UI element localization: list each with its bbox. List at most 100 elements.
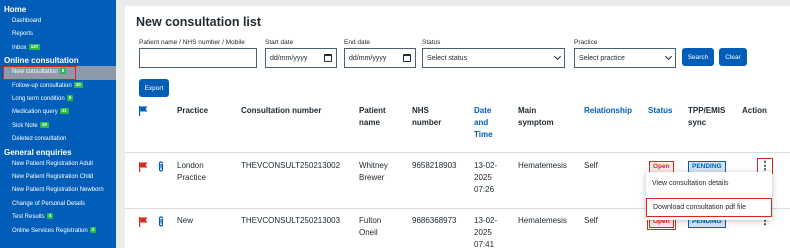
column-header-text: Patient bbox=[359, 106, 386, 115]
column-header-consultation-number: Consultation number bbox=[241, 106, 322, 115]
download-consultation-pdf-item[interactable]: Download consultation pdf file bbox=[646, 198, 772, 217]
sidebar-item-label: New Patient Registration Child bbox=[12, 174, 94, 181]
column-header-text: sync bbox=[688, 118, 707, 127]
count-badge: 41 bbox=[59, 108, 69, 115]
sidebar-item-label: Deleted consultation bbox=[12, 136, 67, 143]
table-cell-date-time: 13-02- 2025 07:26 bbox=[474, 160, 497, 196]
sidebar-item-sick-note[interactable]: Sick Note 19 bbox=[0, 120, 116, 133]
table-cell-practice: New bbox=[177, 216, 194, 225]
calendar-icon[interactable] bbox=[324, 54, 332, 62]
sidebar-section-home[interactable]: Home bbox=[0, 4, 116, 15]
sidebar-item-label: Follow-up consultation bbox=[12, 82, 72, 89]
table-cell-consultation-number: THEVCONSULT250213002 bbox=[241, 161, 341, 170]
search-button[interactable]: Search bbox=[682, 48, 714, 66]
count-badge: 20 bbox=[73, 81, 83, 88]
column-header-text: Time bbox=[474, 130, 493, 139]
table-cell-main-symptom: Hematemesis bbox=[518, 161, 567, 170]
start-date-value: dd/mm/yyyy bbox=[270, 54, 308, 62]
cell-text: Fulton bbox=[359, 216, 382, 225]
column-header-tpp-emis-sync: TPP/EMIS sync bbox=[688, 105, 725, 129]
sidebar-item-label: Sick Note bbox=[12, 122, 38, 129]
sidebar-item-label: Test Results bbox=[12, 214, 45, 221]
table-cell-relationship: Self bbox=[584, 161, 598, 170]
count-badge: 137 bbox=[28, 43, 41, 50]
clear-button[interactable]: Clear bbox=[719, 48, 747, 66]
column-header-practice: Practice bbox=[177, 106, 209, 115]
attachment-icon[interactable] bbox=[157, 216, 165, 227]
column-header-nhs-number: NHS number bbox=[412, 105, 441, 129]
column-header-text: Main bbox=[518, 106, 537, 115]
highlight-outline bbox=[3, 66, 76, 80]
table-cell-date-time: 13-02- 2025 07:41 bbox=[474, 215, 497, 248]
practice-select[interactable]: Select practice bbox=[574, 48, 676, 68]
cell-text: Brewer bbox=[359, 173, 385, 182]
end-date-label: End date bbox=[344, 39, 371, 46]
sidebar-item-long-term-condition[interactable]: Long term condition 5 bbox=[0, 93, 116, 106]
chevron-down-icon bbox=[553, 52, 562, 61]
column-header-action: Action bbox=[742, 106, 767, 115]
row-divider bbox=[125, 152, 790, 153]
column-header-text: NHS bbox=[412, 106, 429, 115]
column-header-text: name bbox=[359, 118, 380, 127]
sidebar-item-label: New Patient Registration Adult bbox=[12, 160, 94, 167]
flag-icon[interactable] bbox=[139, 162, 148, 172]
practice-select-value: Select practice bbox=[579, 54, 625, 62]
sidebar-item-dashboard[interactable]: Dashboard bbox=[0, 15, 116, 28]
content-panel: New consultation list Patient name / NHS… bbox=[125, 6, 790, 248]
sidebar-item-change-of-personal-details[interactable]: Change of Personal Details bbox=[0, 198, 116, 211]
cell-text: 2025 bbox=[474, 228, 492, 237]
sidebar-item-new-consultation[interactable]: New consultation 8 bbox=[3, 66, 116, 80]
column-header-relationship[interactable]: Relationship bbox=[584, 105, 632, 117]
calendar-icon[interactable] bbox=[403, 54, 411, 62]
sidebar-item-label: Change of Personal Details bbox=[12, 200, 86, 207]
sidebar-item-medication-query[interactable]: Medication query 41 bbox=[0, 106, 116, 119]
attachment-icon[interactable] bbox=[157, 161, 165, 172]
count-badge: 5 bbox=[66, 95, 74, 102]
table-cell-practice: London Practice bbox=[177, 160, 206, 184]
table-cell-nhs-number: 9686368973 bbox=[412, 216, 457, 225]
column-header-date-and-time[interactable]: Date and Time bbox=[474, 105, 493, 141]
column-header-text: number bbox=[412, 118, 442, 127]
cell-text: Practice bbox=[177, 173, 206, 182]
sidebar-item-inbox[interactable]: Inbox 137 bbox=[0, 42, 116, 55]
start-date-input[interactable]: dd/mm/yyyy bbox=[265, 48, 337, 68]
chevron-down-icon bbox=[664, 52, 673, 61]
column-header-text: Date bbox=[474, 106, 492, 115]
end-date-input[interactable]: dd/mm/yyyy bbox=[344, 48, 416, 68]
count-badge: 4 bbox=[46, 213, 54, 220]
page-title: New consultation list bbox=[136, 15, 262, 29]
sidebar-item-follow-up-consultation[interactable]: Follow-up consultation 20 bbox=[0, 80, 116, 93]
sidebar-item-deleted-consultation[interactable]: Deleted consultation bbox=[0, 133, 116, 146]
cell-text: 13-02- bbox=[474, 216, 498, 225]
sidebar-item-label: Dashboard bbox=[12, 18, 42, 24]
sidebar-item-label: New Patient Registration Newborn bbox=[12, 187, 104, 194]
sidebar-item-reports[interactable]: Reports bbox=[0, 28, 116, 41]
column-header-patient-name: Patient name bbox=[359, 105, 386, 129]
status-select[interactable]: Select status bbox=[422, 48, 565, 68]
sidebar-section-online-consultation[interactable]: Online consultation bbox=[0, 55, 116, 66]
sidebar: Home Dashboard Reports Inbox 137 Online c… bbox=[0, 0, 116, 248]
column-header-status[interactable]: Status bbox=[648, 105, 672, 117]
sidebar-item-new-patient-registration-newborn[interactable]: New Patient Registration Newborn bbox=[0, 184, 116, 197]
view-consultation-details-item[interactable]: View consultation details bbox=[646, 176, 772, 192]
flag-icon[interactable] bbox=[139, 217, 148, 227]
sidebar-item-new-patient-registration-adult[interactable]: New Patient Registration Adult bbox=[0, 158, 116, 171]
cell-text: 13-02- bbox=[474, 161, 498, 170]
sidebar-item-test-results[interactable]: Test Results 4 bbox=[0, 211, 116, 224]
sidebar-item-new-patient-registration-child[interactable]: New Patient Registration Child bbox=[0, 171, 116, 184]
column-header-text: TPP/EMIS bbox=[688, 106, 726, 115]
table-cell-relationship: Self bbox=[584, 216, 598, 225]
sidebar-item-label: Reports bbox=[12, 31, 34, 38]
table-cell-nhs-number: 9658218903 bbox=[412, 161, 457, 170]
sidebar-item-online-services-registration[interactable]: Online Services Registration 2 bbox=[0, 225, 116, 238]
cell-text: 07:26 bbox=[474, 185, 495, 194]
patient-search-input[interactable] bbox=[139, 48, 257, 68]
end-date-value: dd/mm/yyyy bbox=[349, 54, 387, 62]
patient-search-label: Patient name / NHS number / Mobile bbox=[139, 39, 245, 46]
cell-text: London bbox=[177, 161, 204, 170]
export-button[interactable]: Export bbox=[139, 79, 169, 97]
sidebar-section-general-enquiries[interactable]: General enquiries bbox=[0, 147, 116, 158]
flag-icon[interactable] bbox=[139, 106, 148, 116]
column-header-main-symptom: Main symptom bbox=[518, 105, 554, 129]
cell-text: Whitney bbox=[359, 161, 388, 170]
